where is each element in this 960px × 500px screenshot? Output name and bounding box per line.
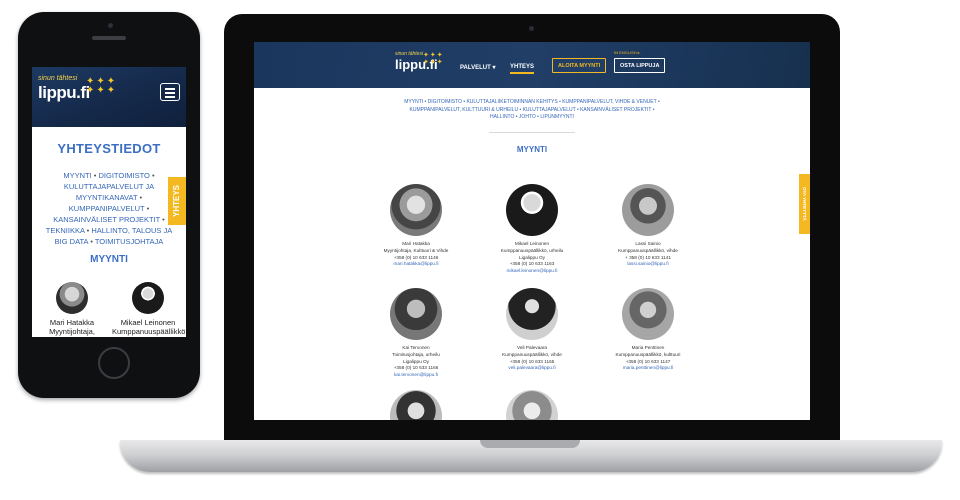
person-phone: +358 (0) 10 633 1146 — [393, 254, 439, 260]
laptop-base — [120, 440, 942, 472]
person-role: Kumppanuuspäällikkö, urheilu — [500, 247, 564, 253]
avatar — [56, 282, 88, 314]
nav-palvelut[interactable]: PALVELUT ▾ — [460, 64, 495, 71]
person-role: Kumppanuuspäällikkö, vihde — [618, 247, 678, 253]
person-role: Myyntijohtaja, Kulttuuri & Vihde — [44, 327, 100, 337]
base-notch — [480, 440, 580, 448]
category-links[interactable]: MYYNTI • DIGITOIMISTO • KULUTTAJALIIKETO… — [404, 99, 660, 122]
link-digitoimisto[interactable]: DIGITOIMISTO — [99, 171, 150, 180]
person-card: Mari Hatakka Myyntijohtaja, Kulttuuri & … — [36, 282, 108, 337]
stars-icon: ✦✦✦ ✦✦✦ — [86, 76, 118, 96]
person-role: Kumppanuuspäällikkö, vihde — [502, 351, 562, 357]
category-links: MYYNTI • DIGITOIMISTO • KULUTTAJAPALVELU… — [45, 171, 173, 246]
phone-camera — [108, 23, 113, 28]
person-card: Mikael Leinonen Kumppanuuspäällikkö, urh… — [112, 282, 186, 337]
avatar — [506, 184, 558, 236]
phone-device: sinun tähtesi lippu.fi ✦✦✦ ✦✦✦ YHTEYSTIE… — [18, 12, 200, 398]
person-name: Mari Hatakka — [49, 318, 95, 327]
person-name: Kai Tervonen — [402, 345, 430, 350]
person-email[interactable]: mikael.leinonen@lippu.fi — [472, 268, 592, 275]
person-role: Toimitusjohtaja, urheilu — [392, 351, 440, 357]
buy-tickets-button[interactable]: OSTA LIPPUJA — [614, 58, 666, 73]
person-role: Myyntijohtaja, Kulttuuri & Vihde — [383, 247, 449, 253]
section-title: MYYNTI — [516, 144, 548, 154]
person-phone: + 358 (0) 10 633 1141 — [625, 254, 671, 260]
person-name: Mari Hatakka — [402, 241, 430, 246]
avatar — [622, 184, 674, 236]
person-name: Lassi Sainio — [635, 241, 661, 246]
laptop-screen: sinun tähtesi lippu.fi ✦✦✦ ✦✦✦ IN ENGLIS… — [254, 42, 810, 420]
person-card: Kai Tervonen Toimitusjohtaja, urheilu Li… — [356, 288, 476, 379]
phone-screen: sinun tähtesi lippu.fi ✦✦✦ ✦✦✦ YHTEYSTIE… — [32, 67, 186, 337]
person-name: Mikael Leinonen — [120, 318, 176, 327]
person-card — [472, 390, 592, 420]
divider — [489, 131, 575, 133]
phone-speaker — [92, 36, 126, 40]
person-email[interactable]: maria.penttinen@lippu.fi — [588, 365, 708, 372]
avatar — [622, 288, 674, 340]
avatar — [506, 288, 558, 340]
person-email[interactable]: kai.tervonen@lippu.fi — [356, 372, 476, 379]
logo-tagline: sinun tähtesi — [38, 75, 78, 82]
section-title: MYYNTI — [90, 254, 128, 265]
phone-header: sinun tähtesi lippu.fi ✦✦✦ ✦✦✦ — [32, 67, 186, 127]
avatar — [390, 390, 442, 420]
avatar — [506, 390, 558, 420]
person-email[interactable]: mari.hatakka@lippu.fi — [356, 261, 476, 268]
contact-side-tab[interactable]: OTA YHTEYTTÄ — [799, 174, 810, 234]
person-name: Mikael Leinonen — [514, 241, 550, 246]
hamburger-menu-icon[interactable] — [160, 83, 180, 101]
home-button[interactable] — [98, 347, 130, 379]
person-card: Mikael Leinonen Kumppanuuspäällikkö, urh… — [472, 184, 592, 275]
person-phone: +358 (0) 10 633 1165 — [509, 358, 555, 364]
person-company: Ligalippu Oy — [518, 254, 546, 260]
person-role: Kumppanuuspäällikkö, urheilu — [112, 327, 186, 337]
avatar — [132, 282, 164, 314]
logo[interactable]: lippu.fi — [38, 83, 90, 103]
link-toimitusjohtaja[interactable]: TOIMITUSJOHTAJA — [95, 237, 163, 246]
link-tekniikka[interactable]: TEKNIIKKA — [46, 226, 85, 235]
person-email[interactable]: veli.palevaara@lippu.fi — [472, 365, 592, 372]
link-kansainvaliset[interactable]: KANSAINVÄLISET PROJEKTIT — [53, 215, 160, 224]
language-link[interactable]: IN ENGLISH ▸ — [614, 50, 640, 55]
person-name: Veli Palevaara — [517, 345, 547, 350]
link-kumppanipalvelut[interactable]: KUMPPANIPALVELUT — [69, 204, 145, 213]
person-phone: +358 (0) 10 633 1163 — [509, 261, 555, 267]
laptop-camera — [529, 26, 534, 31]
person-phone: +358 (0) 10 633 1166 — [393, 365, 439, 371]
person-card: Veli Palevaara Kumppanuuspäällikkö, vihd… — [472, 288, 592, 372]
link-myynti[interactable]: MYYNTI — [63, 171, 91, 180]
site-header: sinun tähtesi lippu.fi ✦✦✦ ✦✦✦ IN ENGLIS… — [254, 42, 810, 88]
person-email[interactable]: lassi.sainio@lippu.fi — [588, 261, 708, 268]
person-card: Lassi Sainio Kumppanuuspäällikkö, vihde … — [588, 184, 708, 268]
person-name: Maria Penttinen — [631, 345, 665, 350]
page-title: YHTEYSTIEDOT — [57, 141, 161, 156]
avatar — [390, 288, 442, 340]
person-role: Kumppanuuspäällikkö, kulttuuri — [615, 351, 681, 357]
person-card: Mari Hatakka Myyntijohtaja, Kulttuuri & … — [356, 184, 476, 268]
stars-icon: ✦✦✦ ✦✦✦ — [423, 52, 444, 66]
person-card — [356, 390, 476, 420]
person-phone: +358 (0) 10 633 1147 — [625, 358, 671, 364]
nav-yhteys[interactable]: YHTEYS — [510, 64, 535, 74]
avatar — [390, 184, 442, 236]
start-selling-button[interactable]: ALOITA MYYNTI — [552, 58, 607, 73]
person-company: Ligalippu Oy — [402, 358, 430, 364]
contact-side-tab[interactable]: YHTEYS — [168, 177, 186, 225]
person-card: Maria Penttinen Kumppanuuspäällikkö, kul… — [588, 288, 708, 372]
